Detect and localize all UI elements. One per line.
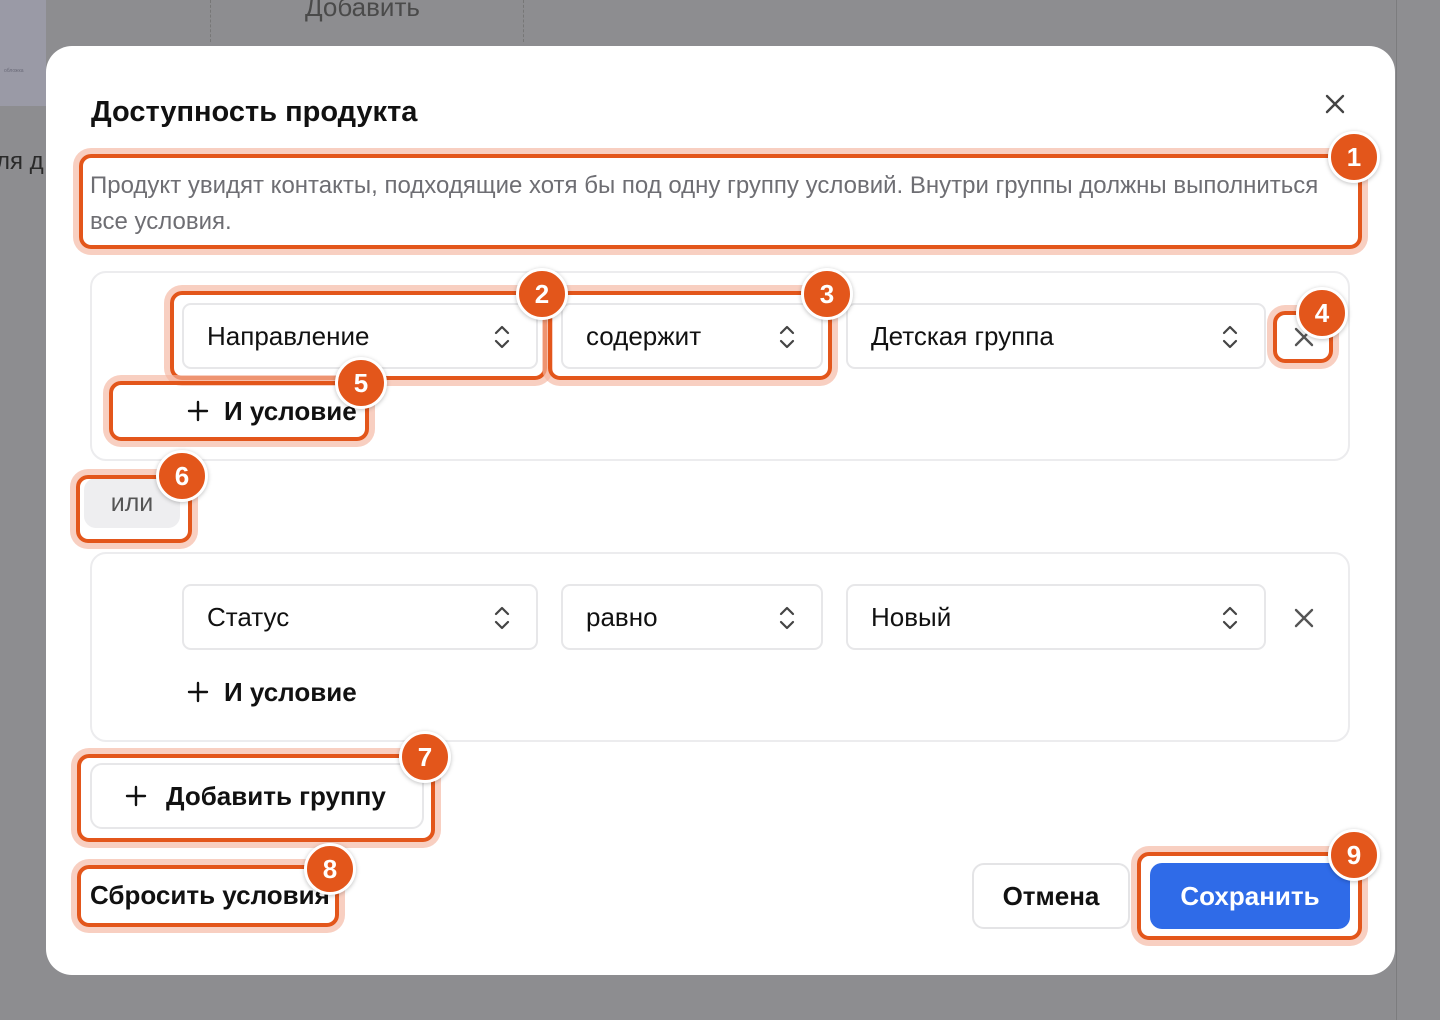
close-icon: [1294, 608, 1314, 628]
save-button[interactable]: Сохранить: [1150, 863, 1350, 929]
add-and-condition-button[interactable]: И условие: [186, 391, 357, 431]
plus-icon: [187, 681, 209, 703]
condition-group: Направление содержит Детская группа И ус…: [90, 271, 1350, 461]
chevron-up-down-icon: [779, 606, 795, 630]
chevron-up-down-icon: [494, 325, 510, 349]
cancel-button[interactable]: Отмена: [972, 863, 1130, 929]
add-group-button[interactable]: Добавить группу: [90, 763, 424, 829]
background-add-label: Добавить: [305, 0, 420, 22]
add-and-condition-label: И условие: [224, 676, 357, 707]
add-and-condition-button[interactable]: И условие: [186, 672, 357, 712]
condition-field-value: Направление: [207, 321, 370, 351]
background-thumbnail-text: обложка: [4, 68, 24, 74]
condition-operator-value: содержит: [586, 321, 702, 351]
background-thumbnail: обложка: [0, 0, 46, 106]
condition-value-value: Детская группа: [871, 321, 1054, 351]
dialog-description: Продукт увидят контакты, подходящие хотя…: [90, 172, 1319, 235]
chevron-up-down-icon: [1222, 325, 1238, 349]
chevron-up-down-icon: [779, 325, 795, 349]
condition-operator-select[interactable]: содержит: [561, 303, 823, 369]
condition-field-select[interactable]: Направление: [182, 303, 538, 369]
condition-operator-value: равно: [586, 602, 658, 632]
reset-conditions-button[interactable]: Сбросить условия: [90, 880, 330, 911]
chevron-up-down-icon: [1222, 606, 1238, 630]
chevron-up-down-icon: [494, 606, 510, 630]
availability-dialog: Доступность продукта Продукт увидят конт…: [46, 46, 1395, 975]
dialog-title: Доступность продукта: [91, 96, 418, 128]
condition-value-select[interactable]: Новый: [846, 584, 1266, 650]
background-divider: [210, 0, 211, 42]
background-divider: [523, 0, 524, 42]
background-edge: [1396, 0, 1397, 1020]
close-dialog-button[interactable]: [1322, 91, 1348, 117]
condition-value-value: Новый: [871, 602, 952, 632]
add-group-label: Добавить группу: [166, 780, 386, 811]
background-side-text: ля д: [0, 148, 44, 175]
condition-group: Статус равно Новый И условие: [90, 552, 1350, 742]
close-icon: [1294, 327, 1314, 347]
condition-field-value: Статус: [207, 602, 290, 632]
remove-condition-button[interactable]: [1292, 606, 1316, 630]
add-and-condition-label: И условие: [224, 395, 357, 426]
close-icon: [1325, 94, 1345, 114]
or-divider-badge: или: [84, 478, 180, 528]
remove-condition-button[interactable]: [1292, 325, 1316, 349]
condition-value-select[interactable]: Детская группа: [846, 303, 1266, 369]
condition-operator-select[interactable]: равно: [561, 584, 823, 650]
condition-field-select[interactable]: Статус: [182, 584, 538, 650]
plus-icon: [125, 785, 147, 807]
plus-icon: [187, 400, 209, 422]
